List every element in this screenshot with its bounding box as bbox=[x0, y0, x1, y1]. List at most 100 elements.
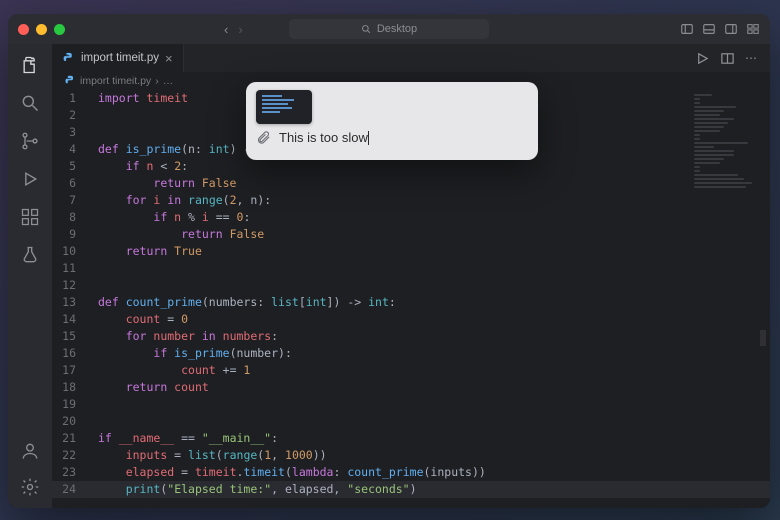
code-line[interactable]: 6 return False bbox=[52, 175, 770, 192]
split-editor-icon[interactable] bbox=[720, 51, 735, 66]
line-number: 1 bbox=[52, 90, 88, 107]
breadcrumb-file: import timeit.py bbox=[80, 75, 151, 87]
line-number: 6 bbox=[52, 175, 88, 192]
extensions-icon[interactable] bbox=[19, 206, 41, 228]
more-icon[interactable]: ⋯ bbox=[745, 51, 760, 66]
line-number: 4 bbox=[52, 141, 88, 158]
nav-back-icon[interactable]: ‹ bbox=[224, 22, 228, 37]
activity-bar bbox=[8, 44, 52, 508]
search-icon bbox=[361, 24, 371, 34]
titlebar-right bbox=[680, 22, 760, 36]
line-number: 16 bbox=[52, 345, 88, 362]
attachment-icon[interactable] bbox=[256, 130, 271, 145]
code-content: if n % i == 0: bbox=[88, 209, 250, 226]
code-content: print("Elapsed time:", elapsed, "seconds… bbox=[88, 481, 417, 498]
code-content: return False bbox=[88, 175, 236, 192]
code-content: for i in range(2, n): bbox=[88, 192, 271, 209]
code-line[interactable]: 11 bbox=[52, 260, 770, 277]
line-number: 11 bbox=[52, 260, 88, 277]
line-number: 5 bbox=[52, 158, 88, 175]
customize-layout-icon[interactable] bbox=[746, 22, 760, 36]
line-number: 21 bbox=[52, 430, 88, 447]
line-number: 19 bbox=[52, 396, 88, 413]
code-line[interactable]: 8 if n % i == 0: bbox=[52, 209, 770, 226]
chevron-right-icon: › bbox=[155, 75, 159, 87]
search-icon[interactable] bbox=[19, 92, 41, 114]
minimize-window-button[interactable] bbox=[36, 24, 47, 35]
line-number: 10 bbox=[52, 243, 88, 260]
code-line[interactable]: 7 for i in range(2, n): bbox=[52, 192, 770, 209]
code-content: for number in numbers: bbox=[88, 328, 278, 345]
code-line[interactable]: 18 return count bbox=[52, 379, 770, 396]
testing-icon[interactable] bbox=[19, 244, 41, 266]
code-content: if n < 2: bbox=[88, 158, 188, 175]
code-line[interactable]: 23 elapsed = timeit.timeit(lambda: count… bbox=[52, 464, 770, 481]
line-number: 8 bbox=[52, 209, 88, 226]
titlebar: ‹ › Desktop bbox=[8, 14, 770, 44]
tab-label: import timeit.py bbox=[81, 52, 159, 64]
code-content: def count_prime(numbers: list[int]) -> i… bbox=[88, 294, 396, 311]
run-debug-icon[interactable] bbox=[19, 168, 41, 190]
code-content: count += 1 bbox=[88, 362, 250, 379]
tab-bar: import timeit.py × ⋯ bbox=[52, 44, 770, 72]
line-number: 24 bbox=[52, 481, 88, 498]
code-content: return count bbox=[88, 379, 209, 396]
code-line[interactable]: 12 bbox=[52, 277, 770, 294]
account-icon[interactable] bbox=[19, 440, 41, 462]
inline-chat-text: This is too slow bbox=[279, 130, 368, 145]
line-number: 20 bbox=[52, 413, 88, 430]
nav-forward-icon[interactable]: › bbox=[238, 22, 242, 37]
layout-panel-icon[interactable] bbox=[702, 22, 716, 36]
layout-primary-icon[interactable] bbox=[680, 22, 694, 36]
gear-icon[interactable] bbox=[19, 476, 41, 498]
line-number: 17 bbox=[52, 362, 88, 379]
command-center-label: Desktop bbox=[377, 23, 417, 35]
code-line[interactable]: 19 bbox=[52, 396, 770, 413]
code-line[interactable]: 24 print("Elapsed time:", elapsed, "seco… bbox=[52, 481, 770, 498]
code-line[interactable]: 10 return True bbox=[52, 243, 770, 260]
tab-import-timeit[interactable]: import timeit.py × bbox=[52, 44, 184, 72]
explorer-icon[interactable] bbox=[19, 54, 41, 76]
layout-secondary-icon[interactable] bbox=[724, 22, 738, 36]
breadcrumb-tail: … bbox=[163, 75, 174, 87]
code-line[interactable]: 22 inputs = list(range(1, 1000)) bbox=[52, 447, 770, 464]
line-number: 13 bbox=[52, 294, 88, 311]
code-line[interactable]: 16 if is_prime(number): bbox=[52, 345, 770, 362]
line-number: 15 bbox=[52, 328, 88, 345]
code-content: elapsed = timeit.timeit(lambda: count_pr… bbox=[88, 464, 486, 481]
close-window-button[interactable] bbox=[18, 24, 29, 35]
python-file-icon bbox=[62, 52, 75, 65]
run-icon[interactable] bbox=[695, 51, 710, 66]
code-line[interactable]: 9 return False bbox=[52, 226, 770, 243]
line-number: 23 bbox=[52, 464, 88, 481]
code-line[interactable]: 20 bbox=[52, 413, 770, 430]
code-line[interactable]: 14 count = 0 bbox=[52, 311, 770, 328]
code-thumbnail bbox=[256, 90, 312, 124]
code-content: import timeit bbox=[88, 90, 188, 107]
tab-actions: ⋯ bbox=[695, 44, 770, 72]
line-number: 9 bbox=[52, 226, 88, 243]
zoom-window-button[interactable] bbox=[54, 24, 65, 35]
source-control-icon[interactable] bbox=[19, 130, 41, 152]
inline-chat-input[interactable]: This is too slow bbox=[279, 130, 369, 145]
overview-ruler-mark bbox=[760, 330, 766, 346]
code-line[interactable]: 5 if n < 2: bbox=[52, 158, 770, 175]
code-line[interactable]: 21if __name__ == "__main__": bbox=[52, 430, 770, 447]
code-line[interactable]: 15 for number in numbers: bbox=[52, 328, 770, 345]
code-content: if __name__ == "__main__": bbox=[88, 430, 278, 447]
line-number: 3 bbox=[52, 124, 88, 141]
window-controls bbox=[18, 24, 65, 35]
line-number: 22 bbox=[52, 447, 88, 464]
code-content: return False bbox=[88, 226, 264, 243]
code-content: if is_prime(number): bbox=[88, 345, 292, 362]
text-caret bbox=[368, 131, 369, 145]
close-icon[interactable]: × bbox=[165, 52, 173, 65]
line-number: 2 bbox=[52, 107, 88, 124]
command-center[interactable]: Desktop bbox=[289, 19, 489, 39]
code-line[interactable]: 13def count_prime(numbers: list[int]) ->… bbox=[52, 294, 770, 311]
code-content: count = 0 bbox=[88, 311, 188, 328]
line-number: 12 bbox=[52, 277, 88, 294]
code-line[interactable]: 17 count += 1 bbox=[52, 362, 770, 379]
inline-chat-popup: This is too slow bbox=[246, 82, 538, 160]
line-number: 18 bbox=[52, 379, 88, 396]
